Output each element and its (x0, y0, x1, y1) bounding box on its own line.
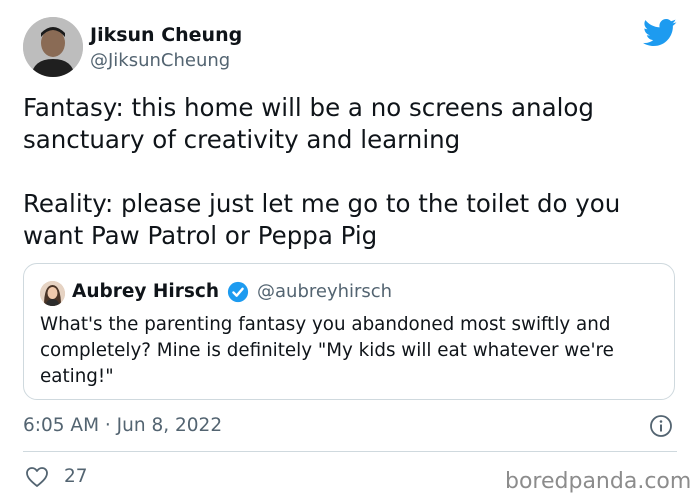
verified-badge-icon (227, 281, 249, 303)
avatar-photo (23, 17, 83, 77)
twitter-bird-icon[interactable] (643, 18, 677, 48)
quoted-author-name[interactable]: Aubrey Hirsch (72, 280, 219, 304)
action-divider (23, 451, 677, 452)
watermark: boredpanda.com (505, 469, 692, 494)
quoted-tweet-text: What's the parenting fantasy you abandon… (40, 314, 614, 387)
author-name[interactable]: Jiksun Cheung (90, 23, 242, 47)
author-handle[interactable]: @JiksunCheung (90, 50, 230, 72)
like-count: 27 (64, 466, 88, 487)
quoted-tweet[interactable]: Aubrey Hirsch @aubreyhirsch What's the p… (23, 263, 675, 400)
tweet-text: Fantasy: this home will be a no screens … (23, 93, 621, 250)
heart-icon[interactable] (25, 466, 49, 488)
quoted-author-avatar[interactable] (40, 281, 65, 306)
info-icon[interactable] (649, 414, 673, 438)
quoted-avatar-photo (40, 281, 65, 306)
quoted-author-handle[interactable]: @aubreyhirsch (257, 280, 392, 304)
tweet-timestamp[interactable]: 6:05 AM · Jun 8, 2022 (23, 414, 222, 438)
author-avatar[interactable] (23, 17, 83, 77)
